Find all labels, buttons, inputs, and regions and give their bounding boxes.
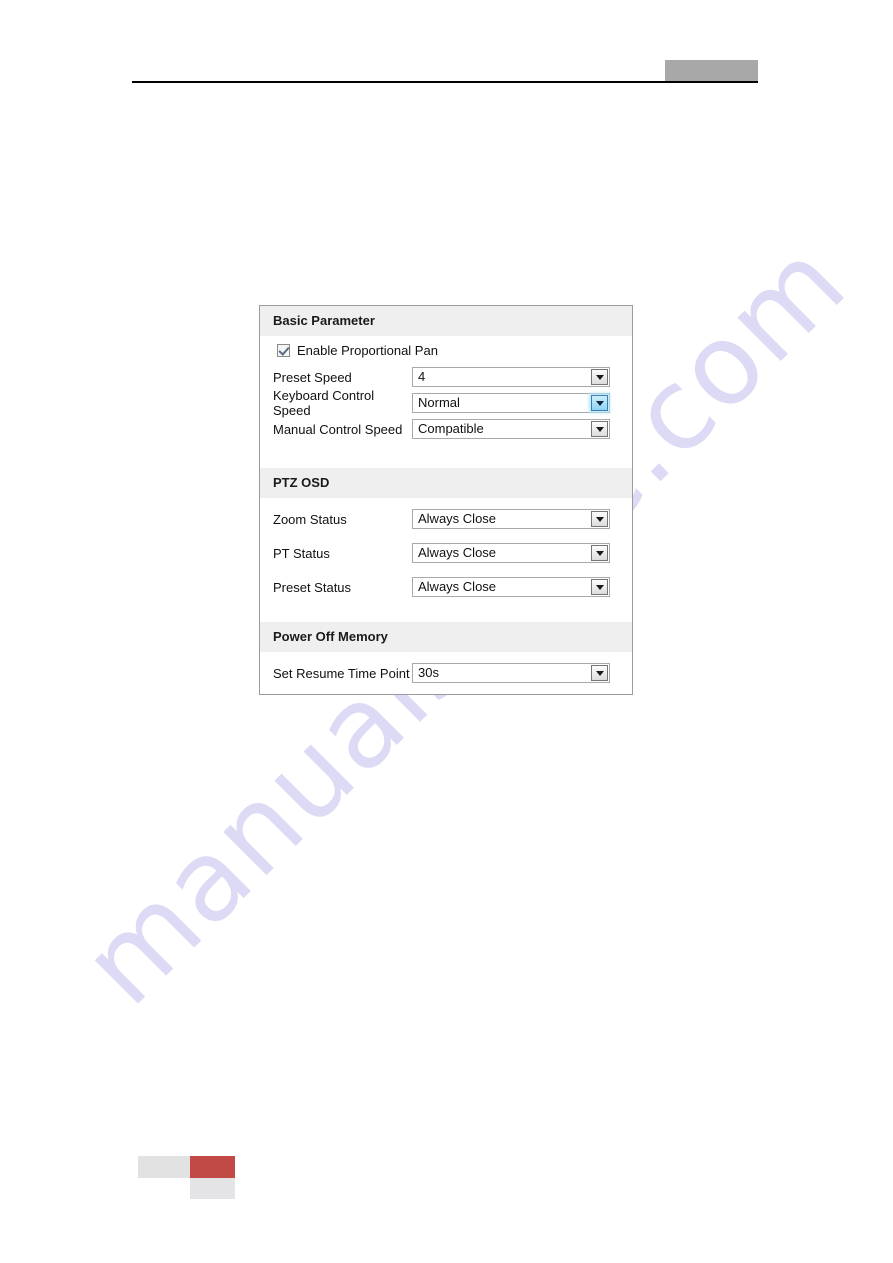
label-pt-status: PT Status: [273, 545, 330, 561]
select-manual-control-speed[interactable]: Compatible: [412, 419, 610, 439]
label-preset-status: Preset Status: [273, 579, 352, 595]
header-divider-rule: [132, 81, 758, 83]
chevron-down-icon[interactable]: [591, 665, 608, 681]
enable-proportional-pan-checkbox[interactable]: [277, 343, 290, 357]
field-row-manual-control-speed: Manual Control Speed Compatible: [260, 416, 632, 442]
chevron-down-icon[interactable]: [591, 579, 608, 595]
select-preset-status[interactable]: Always Close: [412, 577, 610, 597]
field-row-set-resume-time-point: Set Resume Time Point 30s: [260, 660, 632, 686]
value-set-resume-time-point: 30s: [418, 665, 439, 680]
value-pt-status: Always Close: [418, 545, 497, 560]
select-zoom-status[interactable]: Always Close: [412, 509, 610, 529]
field-row-preset-speed: Preset Speed 4: [260, 364, 632, 390]
header-redaction-block: [665, 60, 758, 82]
page-header: [132, 52, 758, 84]
chevron-down-icon[interactable]: [591, 421, 608, 437]
ptz-settings-panel: Basic Parameter Enable Proportional Pan …: [259, 305, 633, 695]
section-header-power-off-memory: Power Off Memory: [260, 622, 632, 652]
row-spacer: [260, 498, 632, 506]
value-preset-speed: 4: [418, 369, 426, 384]
field-row-pt-status: PT Status Always Close: [260, 540, 632, 566]
row-spacer: [260, 652, 632, 660]
row-spacer: [260, 566, 632, 574]
footer-redaction-marks: [138, 1156, 258, 1202]
label-zoom-status: Zoom Status: [273, 511, 347, 527]
value-zoom-status: Always Close: [418, 511, 497, 526]
enable-proportional-pan-row[interactable]: Enable Proportional Pan: [260, 336, 632, 364]
footer-redaction-left: [138, 1156, 190, 1178]
select-set-resume-time-point[interactable]: 30s: [412, 663, 610, 683]
footer-redaction-accent: [190, 1156, 235, 1178]
label-set-resume-time-point: Set Resume Time Point: [273, 665, 410, 681]
row-spacer: [260, 686, 632, 694]
select-pt-status[interactable]: Always Close: [412, 543, 610, 563]
select-keyboard-control-speed[interactable]: Normal: [412, 393, 610, 413]
footer-redaction-bottom: [190, 1178, 235, 1199]
field-row-zoom-status: Zoom Status Always Close: [260, 506, 632, 532]
section-header-basic-parameter: Basic Parameter: [260, 306, 632, 336]
chevron-down-icon[interactable]: [591, 545, 608, 561]
enable-proportional-pan-label: Enable Proportional Pan: [297, 342, 438, 358]
select-preset-speed[interactable]: 4: [412, 367, 610, 387]
chevron-down-icon[interactable]: [591, 369, 608, 385]
section-header-ptz-osd: PTZ OSD: [260, 468, 632, 498]
label-manual-control-speed: Manual Control Speed: [273, 421, 403, 437]
chevron-down-icon[interactable]: [591, 395, 608, 411]
value-manual-control-speed: Compatible: [418, 421, 484, 436]
label-preset-speed: Preset Speed: [273, 369, 352, 385]
label-keyboard-control-speed: Keyboard Control Speed: [273, 388, 375, 418]
chevron-down-icon[interactable]: [591, 511, 608, 527]
field-row-keyboard-control-speed: Keyboard Control Speed Normal: [260, 388, 632, 418]
row-spacer: [260, 532, 632, 540]
value-keyboard-control-speed: Normal: [418, 395, 460, 410]
field-row-preset-status: Preset Status Always Close: [260, 574, 632, 600]
value-preset-status: Always Close: [418, 579, 497, 594]
